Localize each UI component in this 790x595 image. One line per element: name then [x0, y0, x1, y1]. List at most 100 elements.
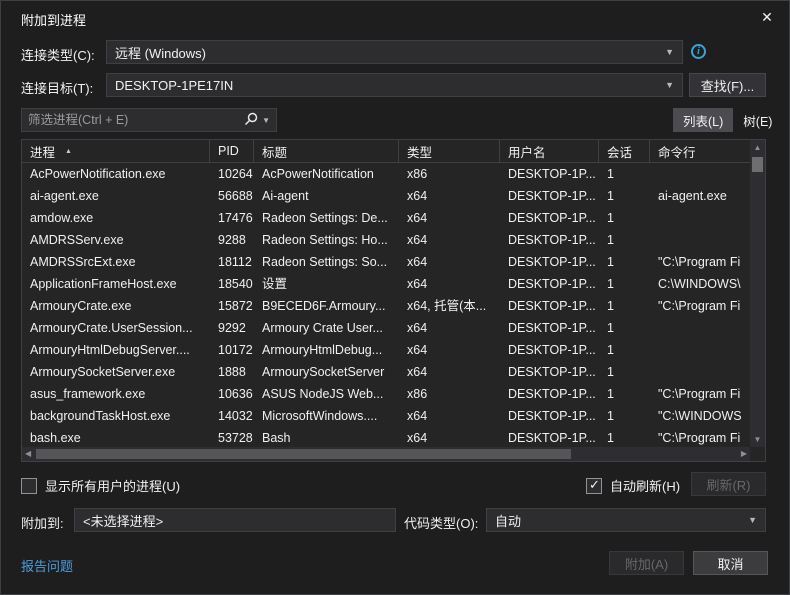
table-cell: 10264: [210, 163, 254, 185]
table-row[interactable]: AMDRSServ.exe9288Radeon Settings: Ho...x…: [22, 229, 750, 251]
table-cell: Radeon Settings: So...: [254, 251, 399, 273]
table-cell: DESKTOP-1P...: [500, 295, 599, 317]
scroll-left-icon[interactable]: ◀: [25, 447, 31, 461]
table-row[interactable]: ai-agent.exe56688Ai-agentx64DESKTOP-1P..…: [22, 185, 750, 207]
connection-type-combobox[interactable]: 远程 (Windows) ▼: [106, 40, 683, 64]
table-cell: [650, 339, 750, 361]
column-header-label: 进程: [30, 142, 55, 161]
table-cell: ArmourySocketServer.exe: [22, 361, 210, 383]
table-row[interactable]: AcPowerNotification.exe10264AcPowerNotif…: [22, 163, 750, 185]
table-cell: ASUS NodeJS Web...: [254, 383, 399, 405]
table-cell: 10172: [210, 339, 254, 361]
attach-to-process-dialog: 附加到进程 ✕ 连接类型(C): 远程 (Windows) ▼ i 连接目标(T…: [0, 0, 790, 595]
table-cell: "C:\Program Fi: [650, 251, 750, 273]
code-type-combobox[interactable]: 自动 ▼: [486, 508, 766, 532]
table-cell: 1: [599, 207, 650, 229]
column-header-label: 用户名: [508, 142, 546, 161]
table-cell: DESKTOP-1P...: [500, 207, 599, 229]
table-cell: bash.exe: [22, 427, 210, 447]
table-cell: x86: [399, 163, 500, 185]
table-cell: 1: [599, 185, 650, 207]
table-row[interactable]: ApplicationFrameHost.exe18540设置x64DESKTO…: [22, 273, 750, 295]
table-row[interactable]: asus_framework.exe10636ASUS NodeJS Web..…: [22, 383, 750, 405]
table-cell: DESKTOP-1P...: [500, 273, 599, 295]
scroll-down-icon[interactable]: ▼: [750, 435, 765, 444]
auto-refresh-option: 自动刷新(H): [586, 476, 680, 495]
table-cell: 17476: [210, 207, 254, 229]
show-all-users-checkbox[interactable]: [21, 478, 37, 494]
column-header-label: PID: [218, 144, 239, 158]
table-cell: x64: [399, 185, 500, 207]
table-row[interactable]: ArmourySocketServer.exe1888ArmourySocket…: [22, 361, 750, 383]
refresh-button[interactable]: 刷新(R): [691, 472, 766, 496]
table-cell: x64: [399, 405, 500, 427]
auto-refresh-checkbox[interactable]: [586, 478, 602, 494]
table-cell: x64: [399, 229, 500, 251]
scroll-right-icon[interactable]: ▶: [741, 447, 747, 461]
tree-view-button[interactable]: 树(E): [733, 108, 782, 132]
table-row[interactable]: AMDRSSrcExt.exe18112Radeon Settings: So.…: [22, 251, 750, 273]
table-cell: DESKTOP-1P...: [500, 383, 599, 405]
table-cell: x86: [399, 383, 500, 405]
chevron-down-icon: ▼: [665, 80, 674, 90]
filter-input[interactable]: [22, 113, 242, 127]
scroll-up-icon[interactable]: ▲: [750, 143, 765, 152]
connection-target-value: DESKTOP-1PE17IN: [115, 78, 659, 93]
column-header[interactable]: PID: [210, 140, 254, 162]
attach-to-label: 附加到:: [21, 513, 64, 532]
table-cell: [650, 317, 750, 339]
table-row[interactable]: ArmouryCrate.UserSession...9292Armoury C…: [22, 317, 750, 339]
table-cell: AcPowerNotification.exe: [22, 163, 210, 185]
table-cell: 56688: [210, 185, 254, 207]
column-header[interactable]: 会话: [599, 140, 650, 162]
vertical-scroll-thumb[interactable]: [752, 157, 763, 172]
table-cell: "C:\Program Fi: [650, 383, 750, 405]
code-type-value: 自动: [495, 511, 742, 530]
table-cell: x64: [399, 207, 500, 229]
table-row[interactable]: bash.exe53728Bashx64DESKTOP-1P...1"C:\Pr…: [22, 427, 750, 447]
table-cell: ApplicationFrameHost.exe: [22, 273, 210, 295]
attach-to-input[interactable]: [74, 508, 396, 532]
table-cell: backgroundTaskHost.exe: [22, 405, 210, 427]
vertical-scrollbar[interactable]: ▲ ▼: [750, 140, 765, 447]
column-header[interactable]: 进程▲: [22, 140, 210, 162]
cancel-button[interactable]: 取消: [693, 551, 768, 575]
table-cell: MicrosoftWindows....: [254, 405, 399, 427]
table-row[interactable]: ArmouryCrate.exe15872B9ECED6F.Armoury...…: [22, 295, 750, 317]
column-header[interactable]: 用户名: [500, 140, 599, 162]
column-header[interactable]: 标题: [254, 140, 399, 162]
column-header-label: 命令行: [658, 142, 696, 161]
table-cell: DESKTOP-1P...: [500, 339, 599, 361]
chevron-down-icon: ▼: [665, 47, 674, 57]
table-cell: 1: [599, 229, 650, 251]
table-cell: ArmourySocketServer: [254, 361, 399, 383]
horizontal-scroll-thumb[interactable]: [36, 449, 571, 459]
column-header[interactable]: 命令行: [650, 140, 750, 162]
table-cell: 1888: [210, 361, 254, 383]
connection-target-label: 连接目标(T):: [21, 78, 93, 97]
table-cell: DESKTOP-1P...: [500, 361, 599, 383]
horizontal-scrollbar[interactable]: ◀ ▶: [22, 447, 750, 461]
report-problem-link[interactable]: 报告问题: [21, 556, 73, 575]
list-view-button[interactable]: 列表(L): [673, 108, 733, 132]
table-row[interactable]: backgroundTaskHost.exe14032MicrosoftWind…: [22, 405, 750, 427]
column-header[interactable]: 类型: [399, 140, 500, 162]
scrollbar-corner: [750, 447, 765, 461]
auto-refresh-label: 自动刷新(H): [610, 476, 680, 495]
table-cell: AMDRSServ.exe: [22, 229, 210, 251]
table-cell: 9292: [210, 317, 254, 339]
table-cell: ai-agent.exe: [22, 185, 210, 207]
table-cell: 1: [599, 339, 650, 361]
table-row[interactable]: amdow.exe17476Radeon Settings: De...x64D…: [22, 207, 750, 229]
attach-button[interactable]: 附加(A): [609, 551, 684, 575]
table-row[interactable]: ArmouryHtmlDebugServer....10172ArmouryHt…: [22, 339, 750, 361]
table-cell: ArmouryCrate.UserSession...: [22, 317, 210, 339]
close-icon[interactable]: ✕: [756, 7, 778, 27]
column-header-label: 会话: [607, 142, 632, 161]
search-icon[interactable]: [242, 111, 260, 129]
find-button[interactable]: 查找(F)...: [689, 73, 766, 97]
info-icon[interactable]: i: [691, 44, 706, 59]
connection-target-combobox[interactable]: DESKTOP-1PE17IN ▼: [106, 73, 683, 97]
search-options-chevron-icon[interactable]: ▼: [260, 116, 276, 125]
table-cell: 1: [599, 427, 650, 447]
